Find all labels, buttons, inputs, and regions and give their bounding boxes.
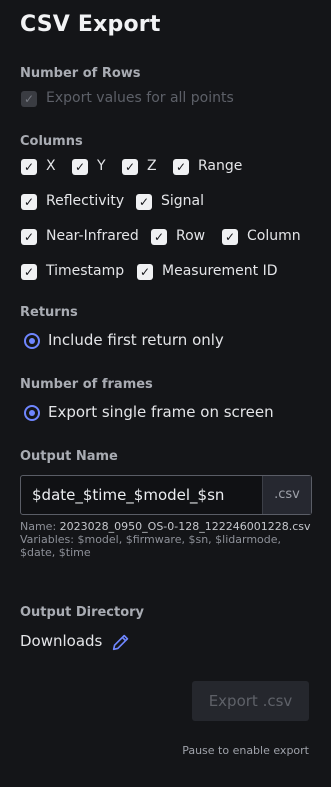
- output-name-input[interactable]: [21, 476, 261, 514]
- columns-section-label: Columns: [20, 134, 83, 149]
- column-checkbox-row[interactable]: ✓: [151, 229, 167, 245]
- panel-title: CSV Export: [20, 12, 161, 37]
- column-checkbox-timestamp[interactable]: ✓: [21, 264, 37, 280]
- column-checkbox-z[interactable]: ✓: [122, 159, 138, 175]
- variables-prefix: Variables:: [20, 533, 74, 546]
- check-icon: ✓: [74, 160, 86, 174]
- radio-dot-icon: [29, 338, 35, 344]
- column-checkbox-signal[interactable]: ✓: [136, 194, 152, 210]
- check-icon: ✓: [175, 160, 187, 174]
- csv-export-panel: CSV Export Number of Rows ✓ Export value…: [0, 0, 331, 787]
- output-name-info: Name: 2023028_0950_OS-0-128_122246001228…: [20, 520, 315, 559]
- column-checkbox-column[interactable]: ✓: [222, 229, 238, 245]
- check-icon: ✓: [153, 230, 165, 244]
- column-checkbox-near-infrared[interactable]: ✓: [21, 229, 37, 245]
- returns-section-label: Returns: [20, 305, 78, 320]
- check-icon: ✓: [139, 265, 151, 279]
- column-label-row: Row: [176, 228, 206, 244]
- pencil-icon[interactable]: [110, 631, 132, 653]
- rows-section-label: Number of Rows: [20, 66, 141, 81]
- export-csv-button[interactable]: Export .csv: [192, 681, 309, 721]
- check-icon: ✓: [23, 230, 35, 244]
- frames-option-label[interactable]: Export single frame on screen: [48, 403, 274, 421]
- check-icon: ✓: [138, 195, 150, 209]
- check-icon: ✓: [23, 92, 35, 106]
- output-name-field: .csv: [20, 475, 312, 515]
- column-checkbox-y[interactable]: ✓: [72, 159, 88, 175]
- check-icon: ✓: [23, 265, 35, 279]
- column-label-y: Y: [97, 158, 106, 174]
- column-checkbox-x[interactable]: ✓: [21, 159, 37, 175]
- output-directory-value: Downloads: [20, 632, 103, 650]
- column-label-signal: Signal: [161, 193, 205, 209]
- output-name-label: Output Name: [20, 449, 118, 464]
- column-checkbox-range[interactable]: ✓: [173, 159, 189, 175]
- column-checkbox-measurement-id[interactable]: ✓: [137, 264, 153, 280]
- export-all-checkbox[interactable]: ✓: [21, 91, 37, 107]
- export-all-label: Export values for all points: [46, 90, 234, 106]
- radio-dot-icon: [29, 410, 35, 416]
- column-label-timestamp: Timestamp: [46, 263, 125, 279]
- check-icon: ✓: [224, 230, 236, 244]
- column-checkbox-reflectivity[interactable]: ✓: [21, 194, 37, 210]
- name-prefix: Name:: [20, 520, 57, 533]
- check-icon: ✓: [124, 160, 136, 174]
- export-hint: Pause to enable export: [182, 744, 309, 757]
- column-label-x: X: [46, 158, 56, 174]
- column-label-column: Column: [247, 228, 301, 244]
- frames-section-label: Number of frames: [20, 377, 153, 392]
- returns-option-label[interactable]: Include first return only: [48, 331, 224, 349]
- check-icon: ✓: [23, 160, 35, 174]
- column-label-z: Z: [147, 158, 157, 174]
- column-label-reflectivity: Reflectivity: [46, 193, 125, 209]
- file-extension-suffix: .csv: [262, 476, 311, 514]
- column-label-near-infrared: Near-Infrared: [46, 228, 139, 244]
- returns-radio[interactable]: [24, 333, 40, 349]
- column-label-range: Range: [198, 158, 243, 174]
- output-directory-label: Output Directory: [20, 605, 145, 620]
- frames-radio[interactable]: [24, 405, 40, 421]
- column-label-measurement-id: Measurement ID: [162, 263, 278, 279]
- resolved-file-name: 2023028_0950_OS-0-128_122246001228.csv: [59, 520, 311, 533]
- check-icon: ✓: [23, 195, 35, 209]
